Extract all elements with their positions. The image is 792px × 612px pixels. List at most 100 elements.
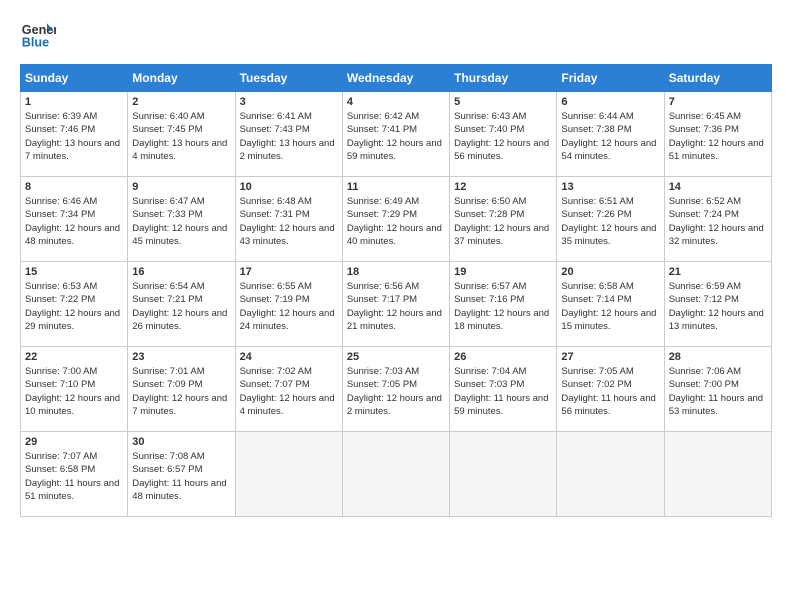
day-cell	[342, 432, 449, 517]
calendar-table: SundayMondayTuesdayWednesdayThursdayFrid…	[20, 64, 772, 517]
day-number: 20	[561, 266, 659, 278]
day-info: Sunrise: 6:52 AMSunset: 7:24 PMDaylight:…	[669, 195, 767, 248]
day-cell: 21 Sunrise: 6:59 AMSunset: 7:12 PMDaylig…	[664, 262, 771, 347]
day-number: 11	[347, 181, 445, 193]
day-cell: 29 Sunrise: 7:07 AMSunset: 6:58 PMDaylig…	[21, 432, 128, 517]
week-row-2: 8 Sunrise: 6:46 AMSunset: 7:34 PMDayligh…	[21, 177, 772, 262]
day-cell: 24 Sunrise: 7:02 AMSunset: 7:07 PMDaylig…	[235, 347, 342, 432]
day-cell	[557, 432, 664, 517]
day-cell: 20 Sunrise: 6:58 AMSunset: 7:14 PMDaylig…	[557, 262, 664, 347]
day-number: 14	[669, 181, 767, 193]
day-cell: 15 Sunrise: 6:53 AMSunset: 7:22 PMDaylig…	[21, 262, 128, 347]
day-info: Sunrise: 6:50 AMSunset: 7:28 PMDaylight:…	[454, 195, 552, 248]
day-cell: 8 Sunrise: 6:46 AMSunset: 7:34 PMDayligh…	[21, 177, 128, 262]
col-header-monday: Monday	[128, 65, 235, 92]
col-header-saturday: Saturday	[664, 65, 771, 92]
day-info: Sunrise: 7:04 AMSunset: 7:03 PMDaylight:…	[454, 365, 552, 418]
day-cell: 5 Sunrise: 6:43 AMSunset: 7:40 PMDayligh…	[450, 92, 557, 177]
col-header-friday: Friday	[557, 65, 664, 92]
day-cell: 25 Sunrise: 7:03 AMSunset: 7:05 PMDaylig…	[342, 347, 449, 432]
day-cell: 4 Sunrise: 6:42 AMSunset: 7:41 PMDayligh…	[342, 92, 449, 177]
day-number: 2	[132, 96, 230, 108]
day-cell: 16 Sunrise: 6:54 AMSunset: 7:21 PMDaylig…	[128, 262, 235, 347]
day-number: 28	[669, 351, 767, 363]
day-cell: 10 Sunrise: 6:48 AMSunset: 7:31 PMDaylig…	[235, 177, 342, 262]
day-cell	[235, 432, 342, 517]
day-info: Sunrise: 6:58 AMSunset: 7:14 PMDaylight:…	[561, 280, 659, 333]
day-cell: 26 Sunrise: 7:04 AMSunset: 7:03 PMDaylig…	[450, 347, 557, 432]
day-info: Sunrise: 6:49 AMSunset: 7:29 PMDaylight:…	[347, 195, 445, 248]
day-cell: 22 Sunrise: 7:00 AMSunset: 7:10 PMDaylig…	[21, 347, 128, 432]
day-number: 27	[561, 351, 659, 363]
day-number: 23	[132, 351, 230, 363]
day-number: 21	[669, 266, 767, 278]
day-info: Sunrise: 6:59 AMSunset: 7:12 PMDaylight:…	[669, 280, 767, 333]
day-cell: 28 Sunrise: 7:06 AMSunset: 7:00 PMDaylig…	[664, 347, 771, 432]
day-info: Sunrise: 6:54 AMSunset: 7:21 PMDaylight:…	[132, 280, 230, 333]
day-number: 8	[25, 181, 123, 193]
day-info: Sunrise: 6:56 AMSunset: 7:17 PMDaylight:…	[347, 280, 445, 333]
day-cell: 1 Sunrise: 6:39 AMSunset: 7:46 PMDayligh…	[21, 92, 128, 177]
svg-text:Blue: Blue	[22, 36, 49, 50]
week-row-5: 29 Sunrise: 7:07 AMSunset: 6:58 PMDaylig…	[21, 432, 772, 517]
logo-icon: General Blue	[20, 16, 56, 52]
day-cell: 9 Sunrise: 6:47 AMSunset: 7:33 PMDayligh…	[128, 177, 235, 262]
day-info: Sunrise: 7:07 AMSunset: 6:58 PMDaylight:…	[25, 450, 123, 503]
col-header-tuesday: Tuesday	[235, 65, 342, 92]
day-info: Sunrise: 6:41 AMSunset: 7:43 PMDaylight:…	[240, 110, 338, 163]
col-header-thursday: Thursday	[450, 65, 557, 92]
day-number: 3	[240, 96, 338, 108]
col-header-wednesday: Wednesday	[342, 65, 449, 92]
day-number: 18	[347, 266, 445, 278]
day-number: 12	[454, 181, 552, 193]
day-number: 1	[25, 96, 123, 108]
day-info: Sunrise: 6:40 AMSunset: 7:45 PMDaylight:…	[132, 110, 230, 163]
week-row-1: 1 Sunrise: 6:39 AMSunset: 7:46 PMDayligh…	[21, 92, 772, 177]
day-info: Sunrise: 6:43 AMSunset: 7:40 PMDaylight:…	[454, 110, 552, 163]
day-number: 29	[25, 436, 123, 448]
day-info: Sunrise: 6:51 AMSunset: 7:26 PMDaylight:…	[561, 195, 659, 248]
day-info: Sunrise: 6:46 AMSunset: 7:34 PMDaylight:…	[25, 195, 123, 248]
day-cell: 18 Sunrise: 6:56 AMSunset: 7:17 PMDaylig…	[342, 262, 449, 347]
day-info: Sunrise: 6:39 AMSunset: 7:46 PMDaylight:…	[25, 110, 123, 163]
day-cell: 2 Sunrise: 6:40 AMSunset: 7:45 PMDayligh…	[128, 92, 235, 177]
day-info: Sunrise: 7:02 AMSunset: 7:07 PMDaylight:…	[240, 365, 338, 418]
day-number: 26	[454, 351, 552, 363]
day-cell: 11 Sunrise: 6:49 AMSunset: 7:29 PMDaylig…	[342, 177, 449, 262]
day-number: 5	[454, 96, 552, 108]
day-info: Sunrise: 6:47 AMSunset: 7:33 PMDaylight:…	[132, 195, 230, 248]
day-number: 7	[669, 96, 767, 108]
day-number: 4	[347, 96, 445, 108]
day-info: Sunrise: 7:03 AMSunset: 7:05 PMDaylight:…	[347, 365, 445, 418]
day-cell: 17 Sunrise: 6:55 AMSunset: 7:19 PMDaylig…	[235, 262, 342, 347]
day-cell: 13 Sunrise: 6:51 AMSunset: 7:26 PMDaylig…	[557, 177, 664, 262]
day-number: 22	[25, 351, 123, 363]
day-number: 17	[240, 266, 338, 278]
day-cell: 12 Sunrise: 6:50 AMSunset: 7:28 PMDaylig…	[450, 177, 557, 262]
day-cell: 7 Sunrise: 6:45 AMSunset: 7:36 PMDayligh…	[664, 92, 771, 177]
day-number: 15	[25, 266, 123, 278]
day-info: Sunrise: 6:53 AMSunset: 7:22 PMDaylight:…	[25, 280, 123, 333]
week-row-3: 15 Sunrise: 6:53 AMSunset: 7:22 PMDaylig…	[21, 262, 772, 347]
day-info: Sunrise: 6:57 AMSunset: 7:16 PMDaylight:…	[454, 280, 552, 333]
day-number: 25	[347, 351, 445, 363]
day-cell: 23 Sunrise: 7:01 AMSunset: 7:09 PMDaylig…	[128, 347, 235, 432]
day-cell: 14 Sunrise: 6:52 AMSunset: 7:24 PMDaylig…	[664, 177, 771, 262]
logo: General Blue	[20, 16, 62, 52]
day-number: 19	[454, 266, 552, 278]
day-cell: 30 Sunrise: 7:08 AMSunset: 6:57 PMDaylig…	[128, 432, 235, 517]
day-cell: 27 Sunrise: 7:05 AMSunset: 7:02 PMDaylig…	[557, 347, 664, 432]
day-cell: 6 Sunrise: 6:44 AMSunset: 7:38 PMDayligh…	[557, 92, 664, 177]
day-number: 9	[132, 181, 230, 193]
day-cell: 3 Sunrise: 6:41 AMSunset: 7:43 PMDayligh…	[235, 92, 342, 177]
day-info: Sunrise: 7:06 AMSunset: 7:00 PMDaylight:…	[669, 365, 767, 418]
day-number: 6	[561, 96, 659, 108]
day-cell	[664, 432, 771, 517]
day-info: Sunrise: 6:44 AMSunset: 7:38 PMDaylight:…	[561, 110, 659, 163]
day-info: Sunrise: 7:00 AMSunset: 7:10 PMDaylight:…	[25, 365, 123, 418]
day-info: Sunrise: 6:45 AMSunset: 7:36 PMDaylight:…	[669, 110, 767, 163]
col-header-sunday: Sunday	[21, 65, 128, 92]
day-info: Sunrise: 7:01 AMSunset: 7:09 PMDaylight:…	[132, 365, 230, 418]
day-info: Sunrise: 6:42 AMSunset: 7:41 PMDaylight:…	[347, 110, 445, 163]
week-row-4: 22 Sunrise: 7:00 AMSunset: 7:10 PMDaylig…	[21, 347, 772, 432]
